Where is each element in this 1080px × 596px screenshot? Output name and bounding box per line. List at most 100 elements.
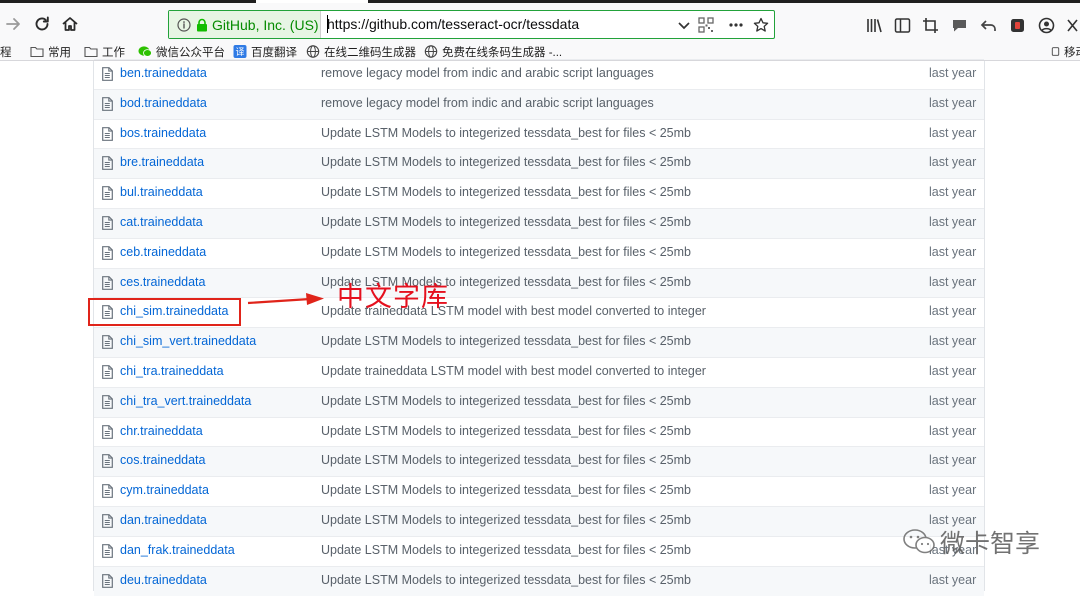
address-bar[interactable]: GitHub, Inc. (US) https://github.com/tes… (168, 10, 775, 39)
extension-button[interactable] (1007, 15, 1027, 35)
bookmark-item[interactable]: 程 (0, 43, 12, 60)
file-icon (102, 216, 113, 230)
file-row: bul.traineddata Update LSTM Models to int… (94, 178, 984, 208)
translate-icon: 译 (233, 45, 247, 58)
file-name-link[interactable]: cos.traineddata (120, 453, 205, 467)
bookmark-label: 工作 (102, 44, 125, 60)
file-name-link[interactable]: chi_tra_vert.traineddata (120, 394, 251, 408)
reload-icon (32, 14, 52, 34)
file-row: chr.traineddata Update LSTM Models to int… (94, 417, 984, 447)
bookmark-item[interactable]: 微信公众平台 (138, 43, 225, 60)
bookmark-item[interactable]: 移动 (1051, 43, 1080, 60)
file-name-link[interactable]: bre.traineddata (120, 155, 204, 169)
commit-message-link[interactable]: Update LSTM Models to integerized tessda… (321, 483, 691, 497)
file-name-link[interactable]: bod.traineddata (120, 96, 207, 110)
folder-icon (84, 45, 98, 58)
commit-message-link[interactable]: Update LSTM Models to integerized tessda… (321, 155, 691, 169)
file-row: cos.traineddata Update LSTM Models to int… (94, 446, 984, 476)
file-name-link[interactable]: chr.traineddata (120, 424, 203, 438)
commit-age: last year (929, 334, 976, 348)
file-icon (102, 276, 113, 290)
commit-age: last year (929, 155, 976, 169)
commit-message-link[interactable]: Update LSTM Models to integerized tessda… (321, 453, 691, 467)
file-name-link[interactable]: ben.traineddata (120, 66, 207, 80)
file-name-link[interactable]: dan.traineddata (120, 513, 207, 527)
qr-code-button[interactable] (697, 16, 715, 34)
forward-button[interactable] (0, 11, 26, 37)
page-actions-button[interactable] (727, 16, 745, 34)
file-row: dan_frak.traineddata Update LSTM Models t… (94, 536, 984, 566)
url-text[interactable]: https://github.com/tesseract-ocr/tessdat… (327, 16, 579, 32)
file-name-link[interactable]: deu.traineddata (120, 573, 207, 587)
commit-message-link[interactable]: Update LSTM Models to integerized tessda… (321, 245, 691, 259)
commit-age: last year (929, 96, 976, 110)
bookmark-label: 微信公众平台 (156, 44, 225, 60)
file-row: dan.traineddata Update LSTM Models to int… (94, 506, 984, 536)
account-button[interactable] (1036, 15, 1056, 35)
back-history-button[interactable] (978, 15, 998, 35)
commit-message-link[interactable]: Update LSTM Models to integerized tessda… (321, 573, 691, 587)
more-dots-icon (728, 17, 744, 33)
commit-age: last year (929, 573, 976, 587)
qr-code-icon (698, 17, 714, 33)
commit-age: last year (929, 364, 976, 378)
file-icon (102, 395, 113, 409)
bookmark-label: 百度翻译 (251, 44, 297, 60)
reload-button[interactable] (29, 11, 55, 37)
file-icon (102, 156, 113, 170)
bookmark-star-button[interactable] (752, 16, 770, 34)
file-row: cym.traineddata Update LSTM Models to int… (94, 476, 984, 506)
commit-message-link[interactable]: Update traineddata LSTM model with best … (321, 364, 706, 378)
screenshot-button[interactable] (920, 15, 940, 35)
bookmark-folder[interactable]: 工作 (84, 43, 125, 60)
file-name-link[interactable]: bos.traineddata (120, 126, 206, 140)
file-name-link[interactable]: bul.traineddata (120, 185, 203, 199)
chat-button[interactable] (949, 15, 969, 35)
home-button[interactable] (57, 11, 83, 37)
commit-message-link[interactable]: remove legacy model from indic and arabi… (321, 96, 654, 110)
bookmark-item[interactable]: 在线二维码生成器 (306, 43, 416, 60)
file-icon (102, 305, 113, 319)
sidebar-icon (894, 17, 911, 34)
sidebar-button[interactable] (892, 15, 912, 35)
account-icon (1038, 17, 1055, 34)
svg-text:译: 译 (235, 47, 244, 58)
commit-message-link[interactable]: Update LSTM Models to integerized tessda… (321, 513, 691, 527)
bookmark-item[interactable]: 译 百度翻译 (233, 43, 297, 60)
commit-message-link[interactable]: Update LSTM Models to integerized tessda… (321, 126, 691, 140)
commit-message-link[interactable]: remove legacy model from indic and arabi… (321, 66, 654, 80)
library-icon (866, 17, 883, 34)
commit-message-link[interactable]: Update LSTM Models to integerized tessda… (321, 424, 691, 438)
file-name-link[interactable]: dan_frak.traineddata (120, 543, 235, 557)
commit-age: last year (929, 185, 976, 199)
bookmark-item[interactable]: 免费在线条码生成器 -... (424, 43, 562, 60)
commit-age: last year (929, 394, 976, 408)
commit-age: last year (929, 66, 976, 80)
file-row: chi_sim.traineddataUpdate traineddata LS… (94, 297, 984, 327)
file-name-link[interactable]: cym.traineddata (120, 483, 209, 497)
info-icon[interactable] (177, 18, 191, 32)
file-name-link[interactable]: chi_sim_vert.traineddata (120, 334, 256, 348)
bookmark-folder[interactable]: 常用 (30, 43, 71, 60)
file-name-link[interactable]: ces.traineddata (120, 275, 205, 289)
file-row: ceb.traineddata Update LSTM Models to int… (94, 238, 984, 268)
commit-message-link[interactable]: Update LSTM Models to integerized tessda… (321, 215, 691, 229)
file-row: ben.traineddata remove legacy model from … (94, 59, 984, 89)
page-actions-dropdown[interactable] (675, 16, 693, 34)
file-icon (102, 127, 113, 141)
file-icon (102, 67, 113, 81)
file-name-link[interactable]: cat.traineddata (120, 215, 203, 229)
file-icon (102, 544, 113, 558)
commit-message-link[interactable]: Update LSTM Models to integerized tessda… (321, 185, 691, 199)
file-name-link[interactable]: ceb.traineddata (120, 245, 206, 259)
close-window-button[interactable] (1062, 15, 1080, 35)
file-name-link[interactable]: chi_tra.traineddata (120, 364, 224, 378)
commit-message-link[interactable]: Update LSTM Models to integerized tessda… (321, 394, 691, 408)
library-button[interactable] (864, 15, 884, 35)
file-name-link[interactable]: chi_sim.traineddata (120, 304, 228, 318)
site-identity[interactable]: GitHub, Inc. (US) (169, 11, 321, 38)
close-icon (1064, 17, 1080, 34)
commit-message-link[interactable]: Update LSTM Models to integerized tessda… (321, 543, 691, 557)
commit-message-link[interactable]: Update LSTM Models to integerized tessda… (321, 334, 691, 348)
folder-icon (30, 45, 44, 58)
